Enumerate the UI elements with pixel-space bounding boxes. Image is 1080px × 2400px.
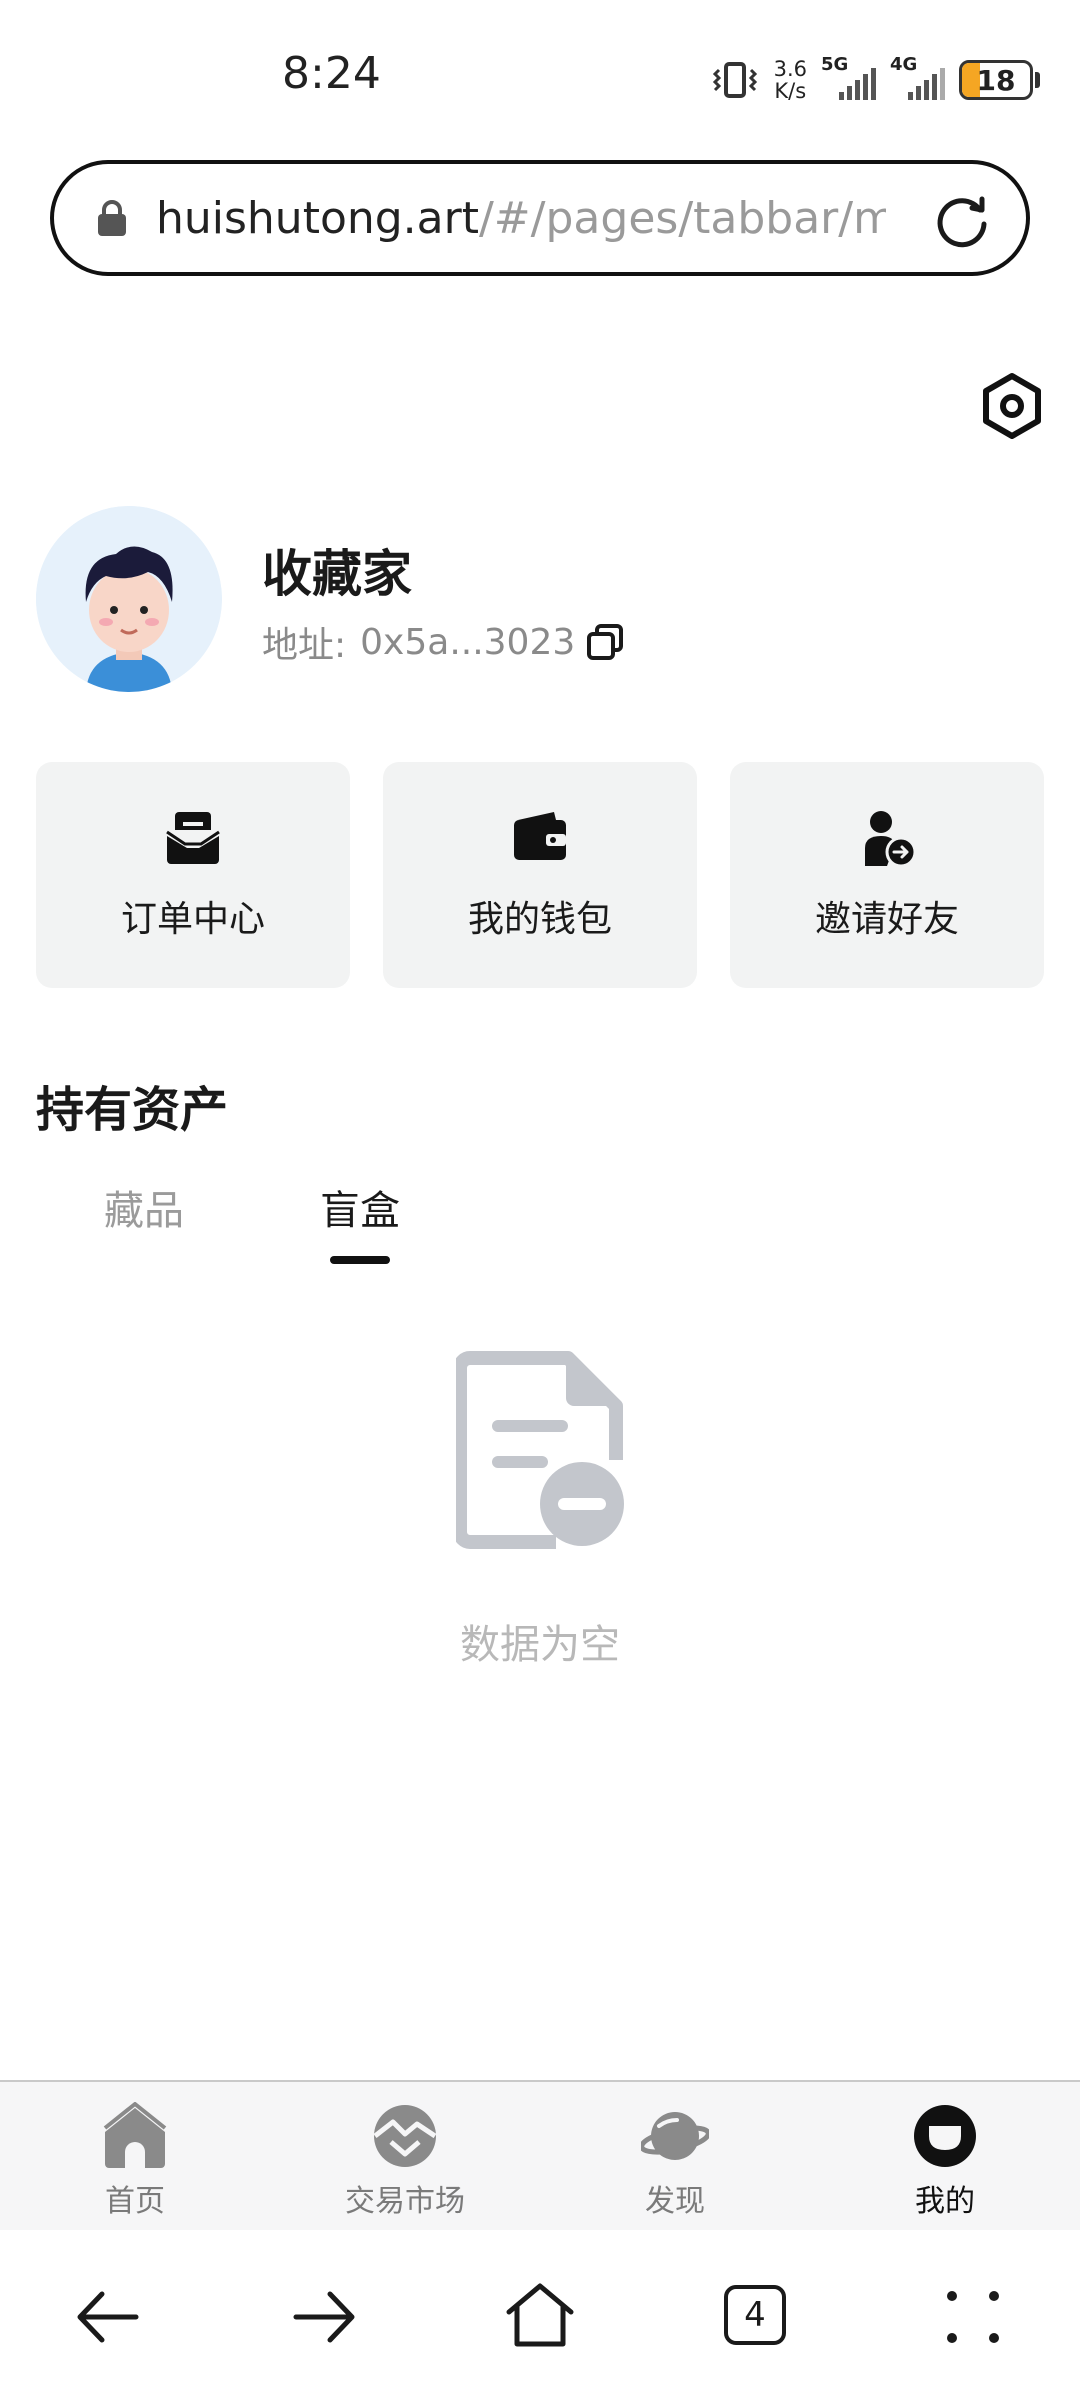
url-host: huishutong.art: [156, 192, 479, 244]
avatar-image: [36, 506, 222, 692]
order-center-card[interactable]: 订单中心: [36, 762, 350, 988]
signal-4g-label: 4G: [890, 54, 918, 75]
battery-cap: [1035, 72, 1040, 88]
signal-4g-icon: 4G: [890, 54, 945, 100]
url-path: /#/pages/tabbar/m: [478, 192, 886, 244]
active-tab-indicator: [330, 1256, 390, 1264]
bottom-tabbar: 首页 交易市场 发现 我的: [0, 2080, 1080, 2230]
reload-icon[interactable]: [932, 190, 992, 250]
invite-friends-card[interactable]: 邀请好友: [730, 762, 1044, 988]
battery-icon: 18: [959, 60, 1033, 100]
tab-collectibles[interactable]: 藏品: [104, 1178, 184, 1236]
settings-icon[interactable]: [980, 372, 1044, 440]
empty-document-icon: [456, 1351, 624, 1549]
tabbar-item-mine[interactable]: 我的: [845, 2102, 1045, 2220]
market-icon: [373, 2105, 437, 2167]
order-inbox-icon: [166, 812, 220, 864]
copy-icon[interactable]: [585, 622, 625, 662]
signal-5g-label: 5G: [821, 54, 849, 75]
address-bar[interactable]: huishutong.art/#/pages/tabbar/m: [50, 160, 1030, 276]
home-icon: [103, 2102, 167, 2168]
assets-title: 持有资产: [36, 1082, 229, 1138]
address-value: 0x5a...3023: [360, 621, 576, 663]
menu-dots-icon[interactable]: [938, 2282, 1008, 2352]
order-center-label: 订单中心: [120, 899, 265, 940]
battery-level: 18: [976, 63, 1016, 97]
wallet-label: 我的钱包: [467, 899, 612, 940]
vibrate-icon: [712, 62, 757, 98]
tabbar-label-market: 交易市场: [345, 2184, 465, 2219]
tabbar-item-home[interactable]: 首页: [35, 2102, 235, 2220]
invite-user-icon: [865, 811, 917, 868]
address-label: 地址:: [262, 625, 347, 666]
url-text[interactable]: huishutong.art/#/pages/tabbar/m: [156, 193, 886, 244]
status-time: 8:24: [282, 48, 381, 99]
profile-icon: [914, 2105, 976, 2167]
wallet-icon: [514, 812, 566, 860]
tabbar-item-market[interactable]: 交易市场: [305, 2102, 505, 2220]
forward-arrow-icon[interactable]: [290, 2282, 360, 2352]
invite-friends-label: 邀请好友: [814, 899, 959, 940]
network-speed: 3.6 K/s: [774, 58, 807, 102]
wallet-card[interactable]: 我的钱包: [383, 762, 697, 988]
tabbar-label-mine: 我的: [915, 2184, 975, 2219]
wallet-address: 地址: 0x5a...3023: [262, 616, 625, 668]
tabbar-item-discover[interactable]: 发现: [575, 2102, 775, 2220]
tabs-count-button[interactable]: 4: [724, 2285, 786, 2345]
home-nav-icon[interactable]: [505, 2280, 575, 2350]
speed-unit: K/s: [774, 79, 807, 103]
avatar[interactable]: [36, 506, 222, 692]
tabbar-label-home: 首页: [105, 2184, 165, 2219]
signal-5g-icon: 5G: [821, 54, 876, 100]
status-icons: 3.6 K/s 5G 4G 18: [710, 52, 1040, 108]
back-arrow-icon[interactable]: [72, 2282, 142, 2352]
empty-state-text: 数据为空: [460, 1622, 620, 1668]
profile-name: 收藏家: [262, 545, 412, 603]
lock-icon: [98, 200, 126, 236]
tab-blind-box[interactable]: 盲盒: [320, 1178, 400, 1236]
planet-icon: [641, 2112, 709, 2160]
tabbar-label-discover: 发现: [645, 2184, 705, 2219]
speed-value: 3.6: [773, 57, 807, 81]
status-bar: 8:24 3.6 K/s 5G 4G 18: [0, 0, 1080, 150]
